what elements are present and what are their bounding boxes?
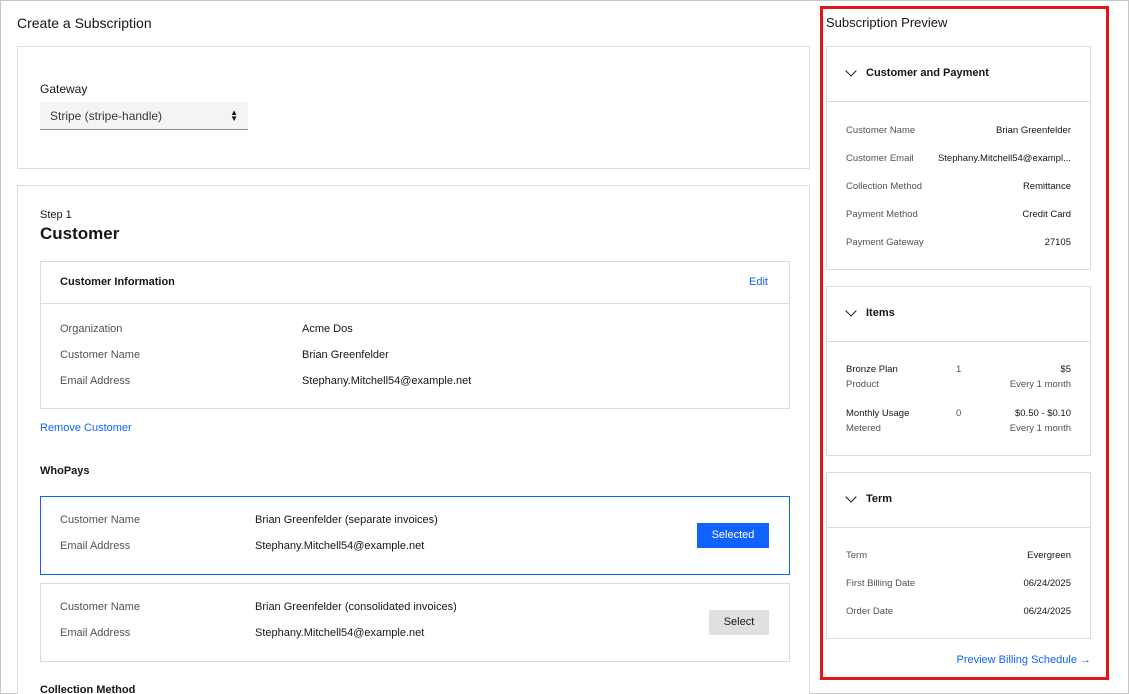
preview-billing-schedule-label: Preview Billing Schedule xyxy=(956,654,1077,666)
item-type: Metered xyxy=(846,423,881,434)
select-button[interactable]: Select xyxy=(709,610,769,635)
payer-option-consolidated[interactable]: Customer Name Brian Greenfelder (consoli… xyxy=(40,583,790,662)
chevron-down-icon xyxy=(845,65,857,77)
preview-value: Evergreen xyxy=(1027,550,1071,561)
payer-name-value: Brian Greenfelder (separate invoices) xyxy=(255,514,438,526)
customer-payment-header[interactable]: Customer and Payment xyxy=(827,47,1090,102)
preview-label: Customer Email xyxy=(846,153,914,164)
preview-value: Brian Greenfelder xyxy=(996,125,1071,136)
items-title: Items xyxy=(866,307,895,319)
item-name: Monthly Usage xyxy=(846,408,910,419)
step-title: Customer xyxy=(40,224,120,243)
chevron-down-icon xyxy=(845,305,857,317)
payer-email-value: Stephany.Mitchell54@example.net xyxy=(255,540,425,552)
edit-customer-link[interactable]: Edit xyxy=(749,276,768,288)
email-address-value: Stephany.Mitchell54@example.net xyxy=(302,375,472,387)
preview-value: Credit Card xyxy=(1022,209,1071,220)
preview-value: 27105 xyxy=(1044,237,1071,248)
item-price: $5 xyxy=(1060,364,1071,375)
preview-value: 06/24/2025 xyxy=(1023,578,1071,589)
customer-information-header: Customer Information Edit xyxy=(41,262,789,304)
organization-value: Acme Dos xyxy=(302,323,353,335)
payer-name-label: Customer Name xyxy=(60,514,141,526)
preview-label: Term xyxy=(846,550,868,561)
whopays-title: WhoPays xyxy=(40,465,90,477)
preview-value: Remittance xyxy=(1022,181,1071,192)
item-price: $0.50 - $0.10 xyxy=(1015,408,1071,419)
customer-payment-section: Customer and Payment Customer Name Brian… xyxy=(826,46,1091,270)
term-title: Term xyxy=(866,493,893,505)
item-name: Bronze Plan xyxy=(846,364,898,375)
customer-payment-title: Customer and Payment xyxy=(866,67,989,79)
preview-billing-schedule-link[interactable]: Preview Billing Schedule → xyxy=(956,654,1091,666)
payer-email-value: Stephany.Mitchell54@example.net xyxy=(255,627,425,639)
item-frequency: Every 1 month xyxy=(1009,423,1071,434)
customer-information-title: Customer Information xyxy=(60,276,175,288)
preview-label: Payment Method xyxy=(846,209,918,220)
preview-label: Collection Method xyxy=(846,181,923,192)
gateway-label: Gateway xyxy=(40,82,88,96)
chevron-down-icon xyxy=(845,491,857,503)
item-row: Monthly Usage Metered 0 $0.50 - $0.10 Ev… xyxy=(846,408,1071,438)
term-header[interactable]: Term xyxy=(827,473,1090,528)
item-quantity: 0 xyxy=(956,408,962,419)
items-section: Items Bronze Plan Product 1 $5 Every 1 m… xyxy=(826,286,1091,456)
term-section: Term Term Evergreen First Billing Date 0… xyxy=(826,472,1091,639)
arrow-right-icon: → xyxy=(1080,654,1091,666)
payer-name-label: Customer Name xyxy=(60,601,141,613)
sort-caret-icon: ▲ ▼ xyxy=(230,108,238,123)
customer-name-value: Brian Greenfelder xyxy=(302,349,389,361)
step-label: Step 1 xyxy=(40,209,72,221)
preview-value: Stephany.Mitchell54@exampl... xyxy=(937,153,1071,164)
remove-customer-link[interactable]: Remove Customer xyxy=(40,422,132,434)
payer-name-value: Brian Greenfelder (consolidated invoices… xyxy=(255,601,457,613)
payer-option-separate[interactable]: Customer Name Brian Greenfelder (separat… xyxy=(40,496,790,575)
items-header[interactable]: Items xyxy=(827,287,1090,342)
preview-label: Order Date xyxy=(846,606,893,617)
selected-button[interactable]: Selected xyxy=(697,523,769,548)
item-row: Bronze Plan Product 1 $5 Every 1 month xyxy=(846,364,1071,394)
preview-title: Subscription Preview xyxy=(826,15,948,30)
gateway-select-value: Stripe (stripe-handle) xyxy=(50,109,163,123)
item-frequency: Every 1 month xyxy=(1009,379,1071,390)
page-title: Create a Subscription xyxy=(17,15,152,31)
item-type: Product xyxy=(846,379,879,390)
gateway-select[interactable]: Stripe (stripe-handle) ▲ ▼ xyxy=(40,102,248,130)
preview-label: Payment Gateway xyxy=(846,237,924,248)
customer-information-box: Customer Information Edit Organization A… xyxy=(40,261,790,409)
item-quantity: 1 xyxy=(956,364,962,375)
email-address-label: Email Address xyxy=(60,375,131,387)
payer-email-label: Email Address xyxy=(60,627,131,639)
preview-value: 06/24/2025 xyxy=(1023,606,1071,617)
organization-label: Organization xyxy=(60,323,123,335)
preview-label: Customer Name xyxy=(846,125,916,136)
collection-method-title: Collection Method xyxy=(40,684,136,694)
customer-name-label: Customer Name xyxy=(60,349,141,361)
preview-label: First Billing Date xyxy=(846,578,916,589)
payer-email-label: Email Address xyxy=(60,540,131,552)
gateway-card: Gateway Stripe (stripe-handle) ▲ ▼ xyxy=(17,46,810,169)
customer-step-card: Step 1 Customer Customer Information Edi… xyxy=(17,185,810,694)
